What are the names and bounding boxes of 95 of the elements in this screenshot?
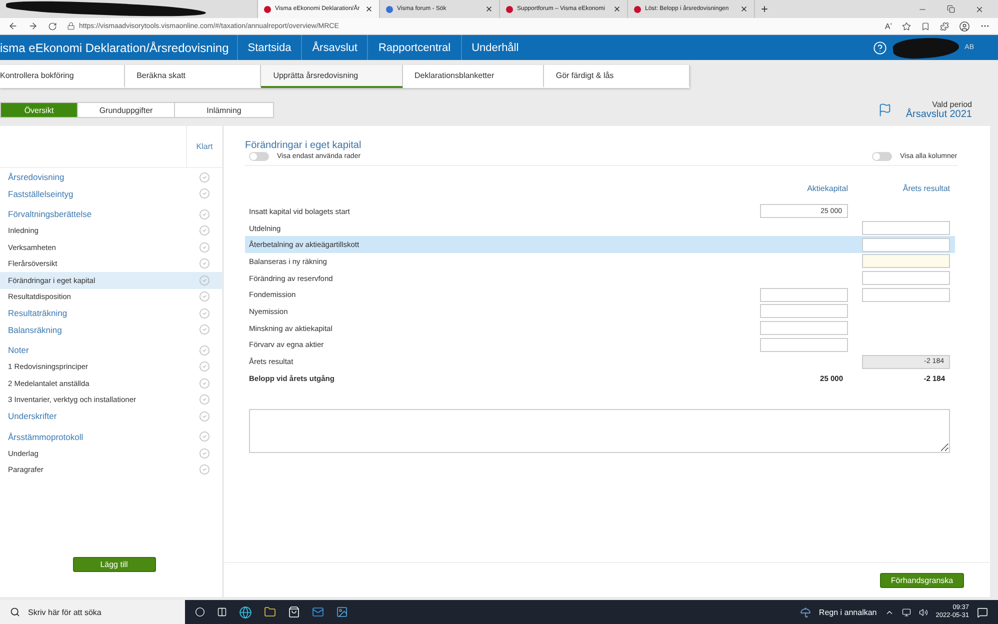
check-circle-icon [198, 464, 210, 476]
amount-field[interactable] [862, 271, 950, 286]
tab[interactable]: Inlämning [174, 102, 274, 118]
reader-mode-button[interactable]: Aʼ [884, 22, 892, 30]
check-circle-icon [198, 208, 210, 220]
folder-icon[interactable] [264, 606, 276, 618]
favicon-icon [264, 6, 271, 12]
mail-icon[interactable] [312, 606, 324, 618]
close-icon[interactable] [365, 5, 373, 13]
notifications-icon[interactable] [977, 606, 988, 618]
amount-field[interactable] [862, 288, 950, 302]
check-circle-icon [198, 448, 210, 459]
check-circle-icon [198, 344, 210, 356]
favorites-icon[interactable] [921, 22, 930, 30]
forward-icon[interactable] [28, 21, 38, 31]
favorite-icon[interactable] [902, 22, 911, 30]
check-circle-icon [198, 308, 210, 319]
check-circle-icon [198, 431, 210, 442]
check-circle-icon [198, 410, 210, 422]
nav-item[interactable]: Årsavslut [301, 35, 368, 60]
close-icon[interactable] [740, 5, 748, 13]
toggle-switch[interactable] [249, 152, 269, 161]
sidebar-item[interactable]: Årsredovisning [0, 169, 222, 186]
new-tab-button[interactable]: + [755, 2, 774, 16]
task-view-icon[interactable] [217, 607, 227, 617]
sidebar-item[interactable]: Förvaltningsberättelse [0, 206, 222, 222]
profile-icon[interactable] [959, 20, 970, 32]
nav-item[interactable]: Underhåll [460, 35, 529, 60]
wizard-step[interactable]: Kontrollera bokföring [0, 65, 125, 88]
cortana-icon[interactable] [195, 607, 205, 617]
extensions-icon[interactable] [940, 22, 949, 30]
check-circle-icon [198, 324, 210, 336]
amount-field[interactable] [760, 288, 848, 302]
search-icon [10, 607, 20, 617]
weather-text[interactable]: Regn i annalkan [818, 608, 877, 616]
sidebar-item[interactable]: Årsstämmoprotokoll [0, 428, 222, 445]
amount-field[interactable] [862, 254, 950, 268]
check-circle-icon [198, 225, 210, 236]
amount-field[interactable] [760, 338, 848, 352]
app-title: isma eEkonomi Deklaration/Årsredovisning [0, 40, 230, 54]
close-icon[interactable] [975, 4, 984, 14]
sidebar-item[interactable]: Noter [0, 342, 222, 358]
preview-button[interactable]: Förhandsgranska [880, 572, 964, 588]
check-circle-icon [198, 394, 210, 406]
back-icon[interactable] [8, 21, 18, 31]
favicon-icon [386, 6, 393, 12]
weather-icon[interactable] [800, 606, 811, 618]
wizard-step[interactable]: Deklarationsblanketter [402, 65, 544, 88]
check-circle-icon [198, 361, 210, 372]
favicon-icon [634, 6, 641, 12]
sidebar-item[interactable]: Balansräkning [0, 322, 222, 338]
comment-field[interactable] [249, 408, 950, 453]
tab[interactable]: Grunduppgifter [77, 102, 175, 118]
column-header: Klart [186, 126, 222, 168]
check-circle-icon [198, 291, 210, 302]
toggle-switch[interactable] [872, 152, 892, 161]
section-title: Förändringar i eget kapital [245, 140, 362, 151]
nav-item[interactable]: Rapportcentral [367, 35, 461, 60]
sidebar-item[interactable]: Underskrifter [0, 408, 222, 424]
amount-field[interactable] [862, 221, 950, 236]
tab[interactable]: Översikt [0, 102, 78, 118]
check-circle-icon [198, 258, 210, 270]
volume-icon[interactable] [918, 608, 928, 616]
amount-field[interactable] [862, 238, 950, 252]
sidebar-item[interactable]: Fastställelseintyg [0, 186, 222, 202]
taskbar-search-field[interactable]: Skriv här för att söka [28, 608, 102, 616]
amount-field[interactable] [760, 304, 848, 318]
add-button[interactable]: Lägg till [72, 557, 156, 572]
restore-icon[interactable] [947, 5, 955, 13]
check-circle-icon [198, 172, 210, 183]
flag-icon[interactable] [878, 103, 892, 117]
amount-field[interactable] [760, 321, 848, 336]
wizard-step[interactable]: Gör färdigt & lås [544, 65, 690, 88]
check-circle-icon [198, 242, 210, 253]
check-circle-icon [198, 188, 210, 200]
refresh-icon[interactable] [48, 22, 57, 30]
period-value: Årsavslut 2021 [906, 109, 972, 120]
network-icon[interactable] [902, 608, 911, 616]
close-icon[interactable] [613, 5, 621, 13]
check-circle-icon [198, 274, 210, 286]
favicon-icon [506, 6, 513, 12]
photos-icon[interactable] [336, 606, 348, 618]
column-header: Årets resultat [902, 184, 950, 193]
browser-icon[interactable] [239, 606, 252, 618]
check-circle-icon [198, 378, 210, 389]
nav-item[interactable]: Startsida [236, 35, 302, 60]
sidebar-item[interactable]: Resultaträkning [0, 305, 222, 322]
column-header: Aktiekapital [806, 184, 848, 193]
wizard-step[interactable]: Beräkna skatt [124, 65, 262, 88]
wizard-step[interactable]: Upprätta årsredovisning [261, 65, 403, 88]
period-label: Vald period [932, 100, 972, 109]
store-icon[interactable] [288, 606, 300, 618]
help-icon[interactable] [872, 40, 887, 54]
lock-icon[interactable] [67, 22, 75, 30]
close-icon[interactable] [485, 5, 493, 13]
